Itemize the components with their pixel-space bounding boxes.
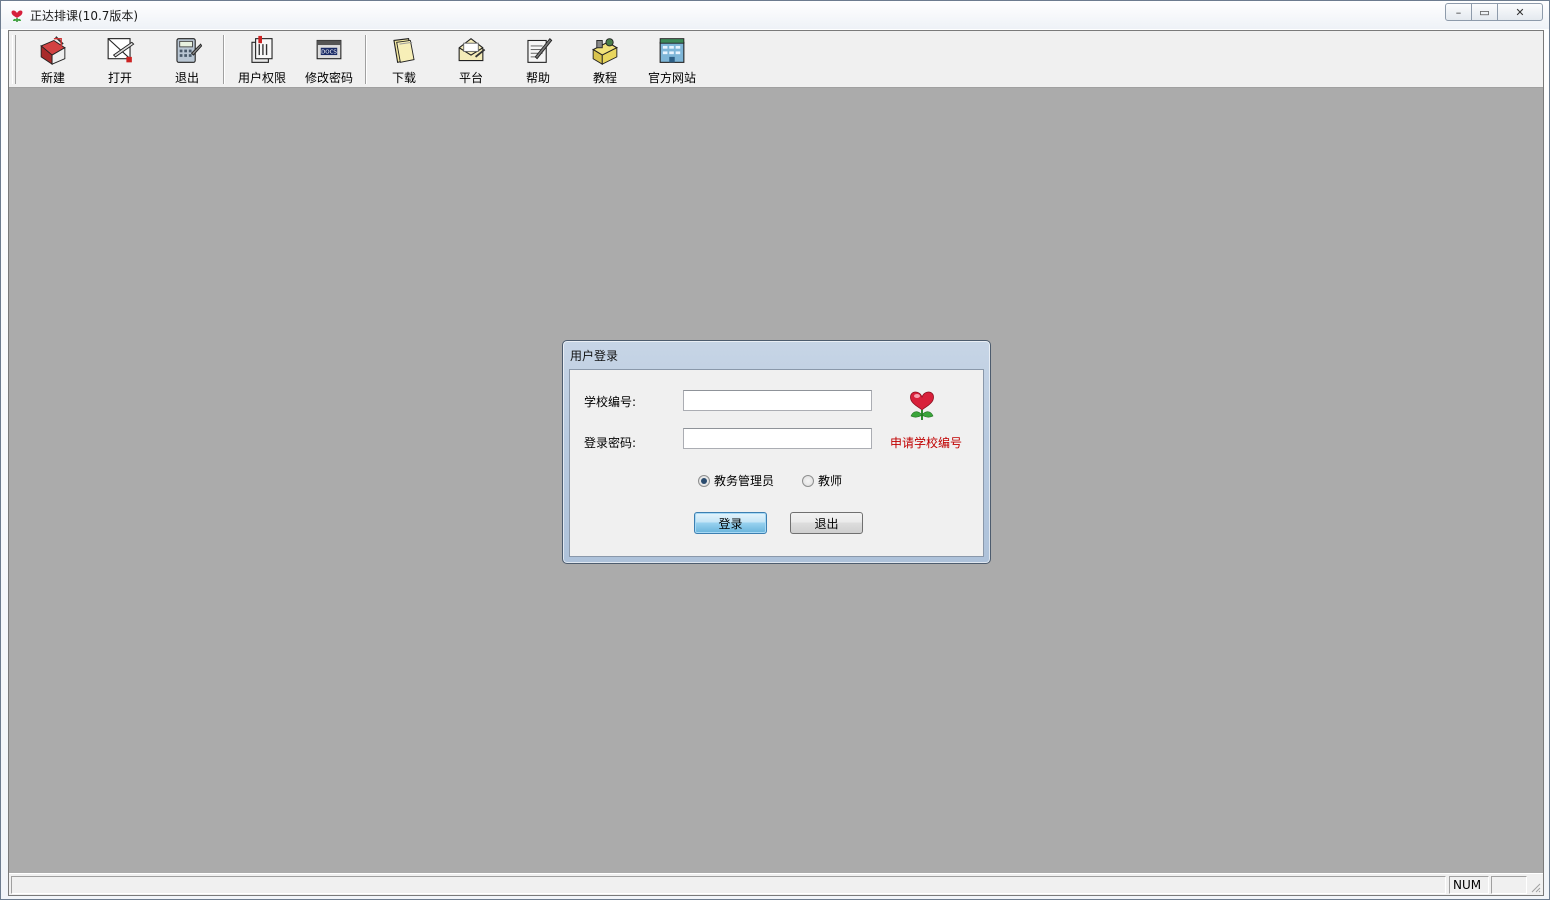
role-teacher-label: 教师 <box>818 474 843 488</box>
toolbar-change-password-label: 修改密码 <box>304 71 353 85</box>
toolbar-platform-button[interactable]: 平台 <box>438 33 504 86</box>
toolbar-grip[interactable] <box>12 35 16 84</box>
login-dialog: 用户登录 学校编号: 登录密码: 申请学校编号 教务管理员 教师 登录 退出 <box>562 340 991 564</box>
toolbar-website-button[interactable]: 官方网站 <box>639 33 705 86</box>
app-window: 正达排课(10.7版本) – ▭ ✕ 新建 打开 退出 用户权限 DOCS 修改… <box>0 0 1550 900</box>
toolbar-separator <box>223 35 225 84</box>
toolbar-download-label: 下载 <box>391 71 416 85</box>
new-doc-icon <box>40 36 66 66</box>
restore-button[interactable]: ▭ <box>1471 3 1498 21</box>
flower-logo-icon <box>910 391 934 420</box>
school-id-input[interactable] <box>683 390 872 411</box>
close-button[interactable]: ✕ <box>1497 3 1543 21</box>
website-building-icon <box>659 38 685 63</box>
toolbar-user-permission-label: 用户权限 <box>237 71 286 85</box>
close-icon: ✕ <box>1515 5 1525 19</box>
tutorial-icon <box>592 38 618 65</box>
change-password-icon: DOCS <box>316 39 342 60</box>
toolbar-new-label: 新建 <box>40 71 65 85</box>
toolbar-separator <box>365 35 367 84</box>
login-button[interactable]: 登录 <box>694 512 767 534</box>
password-label: 登录密码: <box>584 436 637 450</box>
toolbar-help-button[interactable]: 帮助 <box>505 33 571 86</box>
toolbar-exit-label: 退出 <box>174 71 199 85</box>
svg-text:DOCS: DOCS <box>321 50 337 56</box>
status-num-indicator: NUM <box>1449 876 1489 894</box>
apply-school-id-link[interactable]: 申请学校编号 <box>890 434 962 451</box>
status-main-pane <box>11 876 1446 894</box>
toolbar-change-password-button[interactable]: DOCS 修改密码 <box>296 33 362 86</box>
user-permission-icon <box>251 35 273 63</box>
toolbar-open-button[interactable]: 打开 <box>87 33 153 86</box>
window-title: 正达排课(10.7版本) <box>30 9 139 23</box>
status-empty-pane <box>1491 876 1527 894</box>
toolbar-new-button[interactable]: 新建 <box>20 33 86 86</box>
toolbar: 新建 打开 退出 用户权限 DOCS 修改密码 下载 平台 帮助 教程 官方网站 <box>9 31 1543 88</box>
role-admin-radio[interactable]: 教务管理员 <box>698 472 774 489</box>
role-teacher-radio[interactable]: 教师 <box>802 472 842 489</box>
password-input[interactable] <box>683 428 872 449</box>
app-flower-icon <box>11 10 23 22</box>
login-dialog-body: 学校编号: 登录密码: 申请学校编号 教务管理员 教师 登录 退出 <box>569 369 984 557</box>
resize-grip-icon[interactable] <box>1529 881 1541 893</box>
login-dialog-title: 用户登录 <box>570 349 619 363</box>
toolbar-open-label: 打开 <box>107 71 132 85</box>
toolbar-website-label: 官方网站 <box>647 71 696 85</box>
toolbar-exit-button[interactable]: 退出 <box>154 33 220 86</box>
radio-unchecked-icon <box>802 474 814 487</box>
window-controls: – ▭ ✕ <box>1445 3 1543 21</box>
exit-calculator-icon <box>176 38 203 63</box>
title-bar[interactable]: 正达排课(10.7版本) – ▭ ✕ <box>1 1 1549 29</box>
toolbar-platform-label: 平台 <box>458 71 483 85</box>
platform-envelope-icon <box>458 37 486 62</box>
toolbar-user-permission-button[interactable]: 用户权限 <box>229 33 295 86</box>
open-icon <box>107 38 135 63</box>
toolbar-download-button[interactable]: 下载 <box>371 33 437 86</box>
mdi-client-area: 新建 打开 退出 用户权限 DOCS 修改密码 下载 平台 帮助 教程 官方网站… <box>8 30 1544 896</box>
dialog-exit-button[interactable]: 退出 <box>790 512 863 534</box>
download-folder-icon <box>393 38 415 64</box>
school-id-label: 学校编号: <box>584 395 637 409</box>
toolbar-tutorial-button[interactable]: 教程 <box>572 33 638 86</box>
help-book-icon <box>527 37 553 63</box>
minimize-icon: – <box>1455 5 1462 19</box>
status-bar: NUM <box>9 873 1543 895</box>
minimize-button[interactable]: – <box>1445 3 1472 21</box>
toolbar-help-label: 帮助 <box>525 71 550 85</box>
restore-icon: ▭ <box>1479 5 1490 19</box>
role-admin-label: 教务管理员 <box>714 474 775 488</box>
radio-checked-icon <box>698 474 710 487</box>
toolbar-tutorial-label: 教程 <box>592 71 617 85</box>
